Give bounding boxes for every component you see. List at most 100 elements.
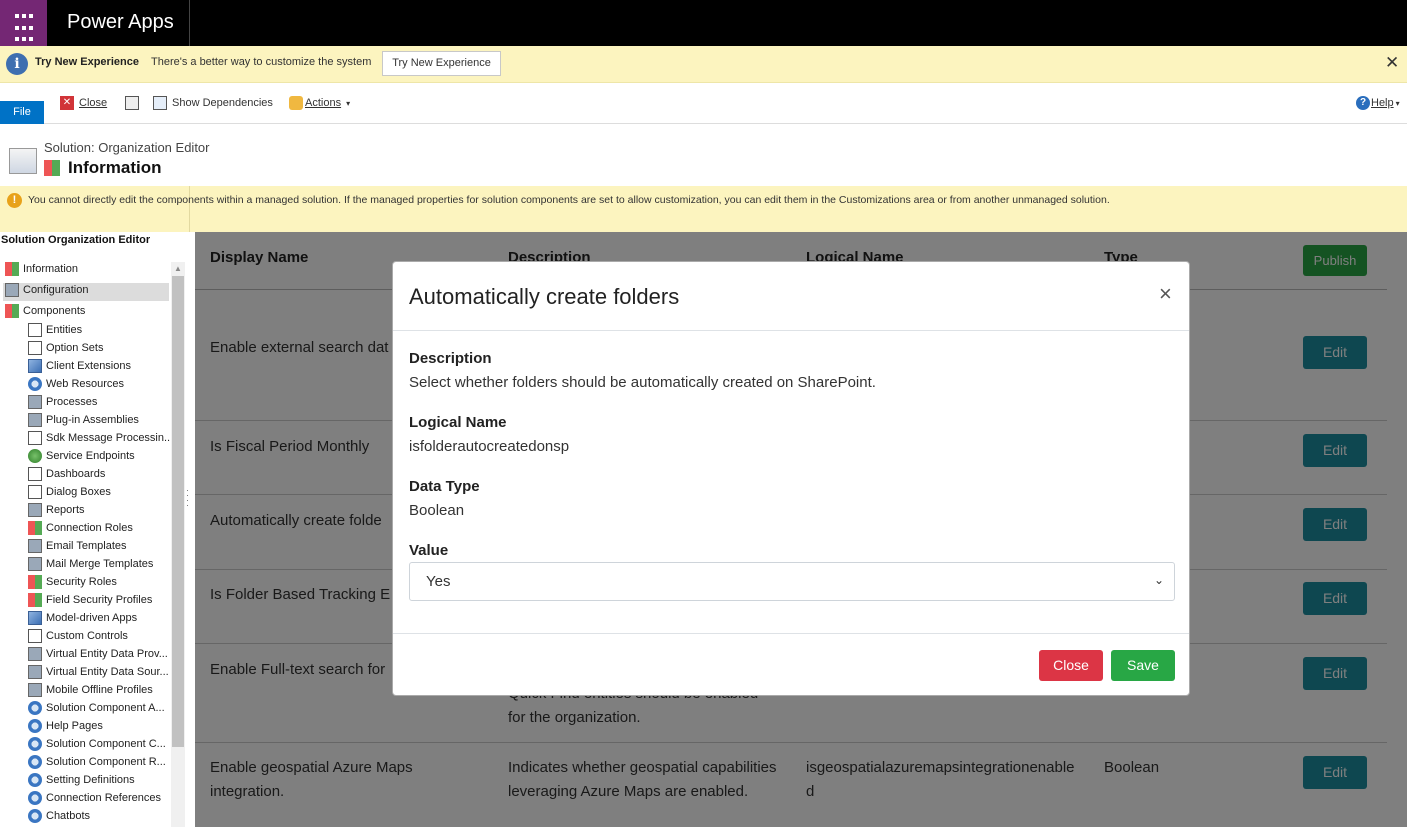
sidebar-item-reports[interactable]: Reports — [28, 503, 85, 517]
logical-name-label: Logical Name — [409, 414, 507, 431]
scroll-up-icon[interactable]: ▲ — [174, 264, 182, 273]
warning-splitter — [189, 186, 190, 232]
sidebar-item-label: Solution Component R... — [46, 756, 166, 768]
data-type-value: Boolean — [409, 502, 465, 519]
dependencies-icon — [153, 96, 167, 110]
sidebar-item-label: Reports — [46, 504, 85, 516]
warning-message: You cannot directly edit the components … — [28, 194, 1110, 206]
sidebar-item-sdk-message-processin[interactable]: Sdk Message Processin... — [28, 431, 173, 445]
sidebar-item-plug-in-assemblies[interactable]: Plug-in Assemblies — [28, 413, 139, 427]
dialog-boxes-icon — [28, 485, 42, 499]
help-icon: ? — [1356, 96, 1370, 110]
file-button[interactable]: File — [0, 101, 44, 124]
app-title[interactable]: Power Apps — [67, 11, 174, 34]
sidebar-item-configuration[interactable]: Configuration — [5, 283, 88, 297]
sidebar-item-virtual-entity-data-sour[interactable]: Virtual Entity Data Sour... — [28, 665, 169, 679]
sidebar-item-label: Client Extensions — [46, 360, 131, 372]
sidebar-item-mobile-offline-profiles[interactable]: Mobile Offline Profiles — [28, 683, 153, 697]
sidebar-item-virtual-entity-data-prov[interactable]: Virtual Entity Data Prov... — [28, 647, 168, 661]
app-header: Power Apps — [0, 0, 1407, 46]
close-button[interactable]: ✕ Close — [60, 96, 107, 110]
try-new-experience-bar: i Try New Experience There's a better wa… — [0, 46, 1407, 83]
close-icon[interactable]: ✕ — [1385, 53, 1399, 73]
sidebar-item-components[interactable]: Components — [5, 304, 85, 318]
warning-icon: ! — [7, 193, 22, 208]
solution-component-icon — [28, 737, 42, 751]
value-label: Value — [409, 542, 449, 559]
close-button[interactable]: Close — [1039, 650, 1103, 681]
virtual-entity-provider-icon — [28, 647, 42, 661]
virtual-entity-source-icon — [28, 665, 42, 679]
sidebar-item-web-resources[interactable]: Web Resources — [28, 377, 124, 391]
sidebar-item-option-sets[interactable]: Option Sets — [28, 341, 103, 355]
sidebar-item-custom-controls[interactable]: Custom Controls — [28, 629, 128, 643]
sidebar-item-dashboards[interactable]: Dashboards — [28, 467, 105, 481]
print-button[interactable] — [125, 96, 139, 110]
try-new-experience-button[interactable]: Try New Experience — [382, 51, 501, 76]
sidebar-item-setting-definitions[interactable]: Setting Definitions — [28, 773, 135, 787]
sidebar-item-label: Field Security Profiles — [46, 594, 153, 606]
info-icon: i — [6, 53, 28, 75]
sidebar-item-security-roles[interactable]: Security Roles — [28, 575, 117, 589]
sidebar-item-solution-component-c[interactable]: Solution Component C... — [28, 737, 166, 751]
connection-roles-icon — [28, 521, 42, 535]
description-label: Description — [409, 350, 492, 367]
sidebar-item-client-extensions[interactable]: Client Extensions — [28, 359, 131, 373]
help-label: Help — [1371, 97, 1394, 109]
sidebar-item-chatbots[interactable]: Chatbots — [28, 809, 90, 823]
custom-controls-icon — [28, 629, 42, 643]
sidebar-item-service-endpoints[interactable]: Service Endpoints — [28, 449, 135, 463]
sidebar-item-connection-references[interactable]: Connection References — [28, 791, 161, 805]
sidebar-item-label: Email Templates — [46, 540, 127, 552]
chevron-down-icon: ⌄ — [1153, 573, 1164, 587]
email-templates-icon — [28, 539, 42, 553]
notice-message: There's a better way to customize the sy… — [151, 56, 372, 68]
sidebar-item-label: Virtual Entity Data Sour... — [46, 666, 169, 678]
edit-setting-dialog: Automatically create folders × Descripti… — [392, 261, 1190, 696]
client-extensions-icon — [28, 359, 42, 373]
sidebar-item-label: Model-driven Apps — [46, 612, 138, 624]
help-pages-icon — [28, 719, 42, 733]
sidebar-item-connection-roles[interactable]: Connection Roles — [28, 521, 133, 535]
pane-splitter[interactable]: · · · · — [186, 486, 189, 510]
dialog-header-divider — [393, 330, 1189, 331]
solution-navigation: Solution Organization Editor Information… — [0, 232, 186, 827]
close-icon: ✕ — [60, 96, 74, 110]
app-launcher-icon[interactable] — [0, 0, 47, 46]
help-menu[interactable]: ? Help ▾ — [1356, 96, 1400, 110]
sidebar-item-field-security-profiles[interactable]: Field Security Profiles — [28, 593, 152, 607]
save-button[interactable]: Save — [1111, 650, 1175, 681]
sidebar-item-label: Option Sets — [46, 342, 104, 354]
setting-definitions-icon — [28, 773, 42, 787]
sidebar-item-label: Dashboards — [46, 468, 106, 480]
actions-menu[interactable]: Actions ▾ — [289, 96, 350, 110]
sidebar-item-label: Components — [23, 305, 86, 317]
close-icon[interactable]: × — [1159, 281, 1172, 307]
sidebar-item-processes[interactable]: Processes — [28, 395, 97, 409]
sidebar-item-entities[interactable]: Entities — [28, 323, 82, 337]
dialog-title: Automatically create folders — [409, 284, 680, 309]
sidebar-item-email-templates[interactable]: Email Templates — [28, 539, 127, 553]
sidebar-item-solution-component-r[interactable]: Solution Component R... — [28, 755, 166, 769]
model-driven-apps-icon — [28, 611, 42, 625]
close-label: Close — [79, 97, 108, 109]
information-icon — [5, 262, 19, 276]
print-icon — [125, 96, 139, 110]
processes-icon — [28, 395, 42, 409]
sidebar-item-dialog-boxes[interactable]: Dialog Boxes — [28, 485, 111, 499]
nav-scrollbar-thumb[interactable] — [172, 276, 184, 747]
field-security-icon — [28, 593, 42, 607]
solution-component-icon — [28, 701, 42, 715]
sidebar-item-mail-merge-templates[interactable]: Mail Merge Templates — [28, 557, 153, 571]
sidebar-item-label: Configuration — [23, 284, 89, 296]
sidebar-item-information[interactable]: Information — [5, 262, 78, 276]
show-dependencies-button[interactable]: Show Dependencies — [153, 96, 273, 110]
value-select[interactable]: Yes ⌄ — [409, 562, 1175, 601]
information-icon — [44, 160, 60, 176]
sidebar-item-label: Setting Definitions — [46, 774, 135, 786]
sidebar-item-model-driven-apps[interactable]: Model-driven Apps — [28, 611, 137, 625]
sidebar-item-label: Virtual Entity Data Prov... — [46, 648, 168, 660]
sidebar-item-solution-component-a[interactable]: Solution Component A... — [28, 701, 165, 715]
components-icon — [5, 304, 19, 318]
sidebar-item-help-pages[interactable]: Help Pages — [28, 719, 103, 733]
